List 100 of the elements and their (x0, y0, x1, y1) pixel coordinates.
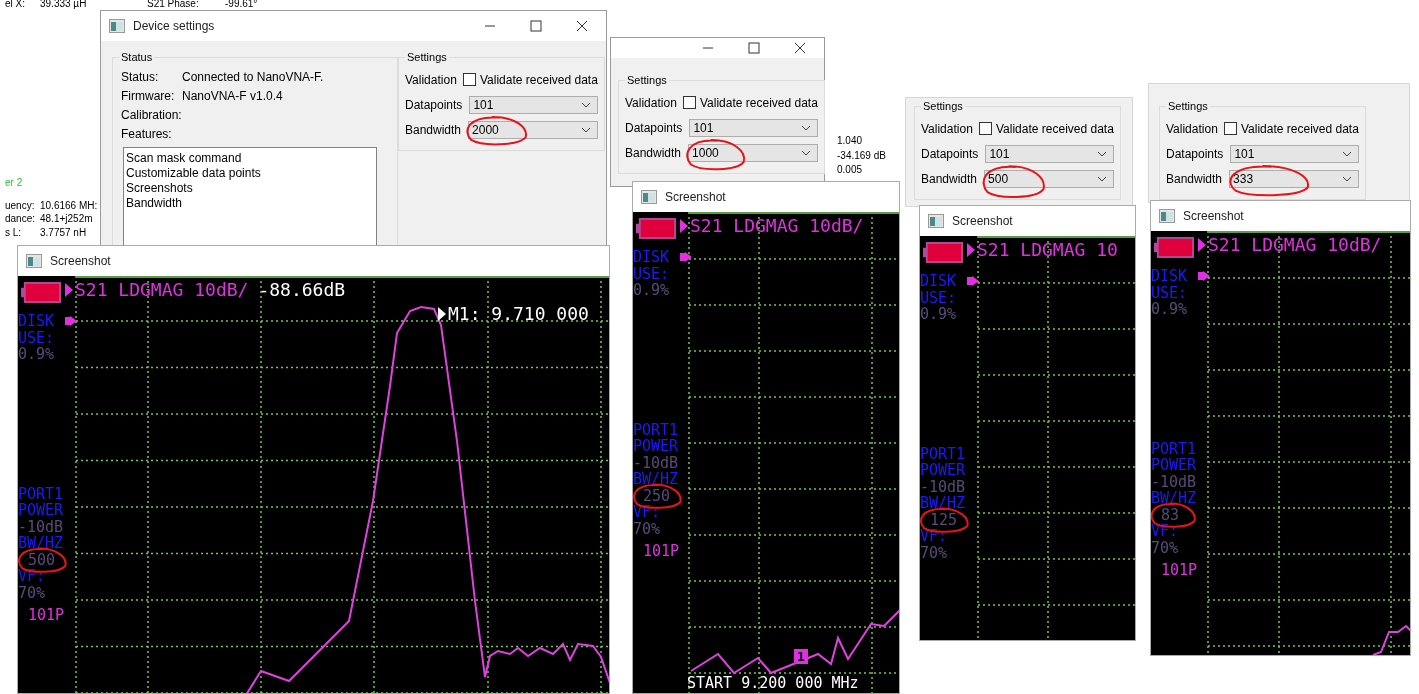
background-text: -99.61° (225, 0, 258, 9)
field-label: Bandwidth (405, 122, 462, 137)
bandwidth-dropdown[interactable]: 2000 (468, 120, 598, 139)
background-text: 3.7757 nH (40, 227, 87, 238)
screen-label: -10dB (633, 454, 679, 471)
reference-marker-icon (967, 275, 979, 287)
bandwidth-dropdown[interactable]: 1000 (688, 143, 818, 162)
triangle-icon (65, 282, 73, 297)
bandwidth-dropdown[interactable]: 333 (1229, 169, 1359, 188)
background-text: 10.6166 MH: (40, 200, 98, 211)
screen-label: -10dB (920, 478, 966, 495)
background-text: -34.169 dB (837, 150, 886, 161)
triangle-icon (438, 306, 446, 321)
screen-label: POWER (633, 438, 679, 455)
maximize-icon[interactable] (748, 42, 760, 54)
datapoints-dropdown[interactable]: 101 (689, 118, 818, 137)
background-text: el X: (5, 0, 25, 9)
status-label: Features: (121, 126, 173, 141)
checkbox-label: Validate received data (480, 72, 598, 87)
screen-label: 101P (27, 607, 65, 624)
triangle-icon (967, 242, 975, 257)
window-title: Screenshot (952, 213, 1013, 228)
bandwidth-value: 83 (1151, 506, 1180, 523)
datapoints-dropdown[interactable]: 101 (1230, 144, 1359, 163)
list-item: Customizable data points (126, 166, 262, 181)
screen-label: PORT1 (18, 485, 64, 502)
screen-label: DISK (1151, 268, 1188, 285)
screen-label: POWER (920, 462, 966, 479)
field-label: Validation (405, 72, 458, 87)
screen-label: 70% (920, 544, 948, 561)
window-icon (109, 19, 125, 33)
checkbox-label: Validate received data (1241, 121, 1359, 136)
field-label: Datapoints (921, 146, 979, 161)
battery-icon (923, 242, 963, 263)
field-label: Validation (1166, 121, 1219, 136)
validate-checkbox[interactable] (463, 73, 476, 86)
datapoints-dropdown[interactable]: 101 (469, 95, 598, 114)
screen-label: POWER (18, 502, 64, 519)
trace-header: S21 LDGMAG 10dB/ (1208, 234, 1382, 255)
screen-label: 0.9% (633, 282, 670, 299)
checkbox-label: Validate received data (996, 121, 1114, 136)
group-title: Status (120, 51, 154, 63)
close-icon[interactable] (794, 42, 806, 54)
screen-label: DISK (920, 273, 957, 290)
status-value: Connected to NanoVNA-F. (182, 69, 324, 84)
field-label: Validation (625, 95, 678, 110)
trace-line (1372, 624, 1410, 655)
marker-flag: 1 (794, 649, 808, 664)
battery-icon (636, 218, 676, 239)
checkbox-label: Validate received data (700, 95, 818, 110)
screen-label: 70% (633, 520, 661, 537)
screen-label: 101P (642, 543, 680, 560)
maximize-icon[interactable] (530, 20, 542, 32)
window-title: Screenshot (50, 253, 111, 268)
battery-icon (21, 282, 61, 303)
screen-label: 0.9% (18, 346, 55, 363)
validate-checkbox[interactable] (979, 122, 992, 135)
screen-label: BW/HZ (18, 535, 64, 552)
reference-marker-icon (680, 251, 692, 263)
bandwidth-value: 500 (18, 551, 56, 568)
validate-checkbox[interactable] (683, 96, 696, 109)
list-item: Scan mask command (126, 151, 243, 166)
field-label: Validation (921, 121, 974, 136)
window-title: Device settings (133, 19, 215, 33)
validate-checkbox[interactable] (1224, 122, 1237, 135)
start-frequency: START 9.200 000 MHz (687, 674, 859, 692)
screen-label: BW/HZ (920, 495, 966, 512)
screen-label: USE: (18, 329, 55, 346)
trace-header: S21 LDGMAG 10dB/ (690, 215, 864, 236)
triangle-icon (680, 218, 688, 233)
screen-label: BW/HZ (633, 471, 679, 488)
close-icon[interactable] (576, 20, 588, 32)
status-label: Firmware: (121, 88, 176, 103)
screen-label: 0.9% (920, 306, 957, 323)
triangle-icon (1198, 237, 1206, 252)
group-title: Settings (626, 74, 668, 86)
trace-reading: -88.66dB (258, 279, 346, 300)
screen-label: -10dB (18, 518, 64, 535)
screen-label: USE: (1151, 284, 1188, 301)
screen-label: PORT1 (1151, 440, 1197, 457)
screen-label: PORT1 (920, 445, 966, 462)
bandwidth-dropdown[interactable]: 500 (984, 169, 1114, 188)
screen-label: DISK (18, 313, 55, 330)
window-title: Screenshot (665, 189, 726, 204)
screen-label: -10dB (1151, 473, 1197, 490)
reference-marker-icon (1198, 270, 1210, 282)
screen-label: BW/HZ (1151, 490, 1197, 507)
field-label: Bandwidth (625, 145, 682, 160)
field-label: Bandwidth (921, 171, 978, 186)
datapoints-dropdown[interactable]: 101 (985, 144, 1114, 163)
trace-header: S21 LDGMAG 10dB/ (75, 279, 249, 300)
screen-label: 0.9% (1151, 301, 1188, 318)
battery-icon (1154, 237, 1194, 258)
chevron-down-icon (800, 149, 811, 156)
background-text: s L: (5, 227, 22, 238)
screen-label: POWER (1151, 457, 1197, 474)
chevron-down-icon (580, 101, 591, 108)
screen-label: USE: (920, 289, 957, 306)
field-label: Datapoints (405, 97, 463, 112)
background-text: uency: (5, 200, 35, 211)
